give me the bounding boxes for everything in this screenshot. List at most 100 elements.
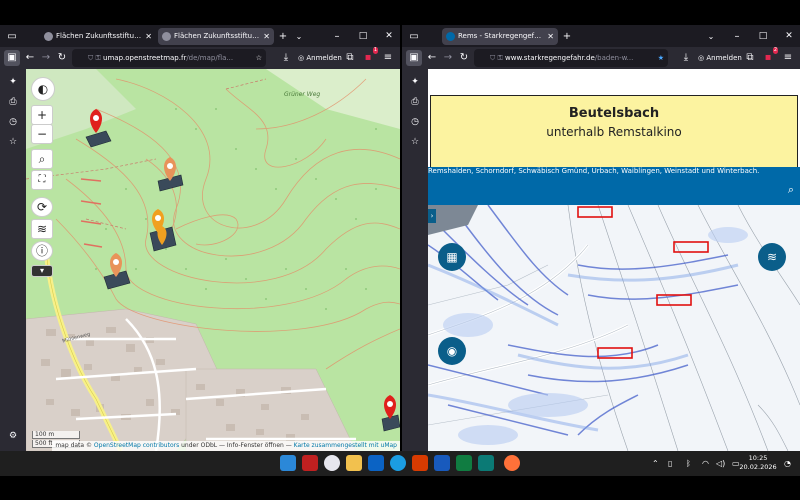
start-windows-icon[interactable] (280, 455, 296, 471)
flood-hazard-map[interactable]: › ▦ ◉ ≋ (428, 205, 800, 451)
attribution-prefix: map data © (55, 442, 94, 449)
extensions-icon[interactable]: ⧉ (342, 50, 358, 66)
forward-button[interactable]: → (440, 50, 456, 66)
osm-link[interactable]: OpenStreetMap contributors (94, 442, 179, 449)
water-depth-icon[interactable]: ≋ (758, 243, 786, 271)
close-window-button[interactable]: ✕ (782, 28, 796, 45)
expand-panel-chevron-icon[interactable]: ▾ (31, 265, 53, 277)
maximize-button[interactable]: □ (756, 28, 770, 45)
search-icon[interactable]: ⌕ (31, 149, 53, 169)
addon-icon[interactable]: ▪ 1 (360, 47, 378, 66)
forward-button[interactable]: → (38, 50, 54, 66)
scale-metric: 100 m (32, 431, 80, 439)
sign-in-button[interactable]: ◎ Anmelden (698, 50, 742, 66)
firefox-sidebar: ✦ ⎙ ◷ ☆ ⚙ (0, 69, 26, 451)
bookmarks-icon[interactable]: ☆ (5, 135, 21, 149)
synced-tabs-icon[interactable]: ⎙ (5, 95, 21, 109)
share-icon[interactable]: ⟳ (31, 197, 53, 217)
sign-in-label: Anmelden (706, 54, 742, 62)
legend-icon[interactable]: ◉ (438, 337, 466, 365)
menu-icon[interactable]: ≡ (380, 50, 396, 66)
umap-link[interactable]: Karte zusammengestellt mit uMap (294, 442, 397, 449)
volume-icon[interactable]: ◁) (716, 451, 725, 476)
tray-chevron-icon[interactable]: ⌃ (652, 451, 659, 476)
firefox-icon[interactable] (504, 455, 520, 471)
nav-bar: ▣ ← → ↻ ⛉ ⚿ umap.openstreetmap.fr/de/map… (0, 47, 400, 69)
history-icon[interactable]: ◷ (407, 115, 423, 129)
new-tab-button[interactable]: + (560, 28, 574, 45)
tab-starkregen[interactable]: Rems - Starkregengefahr ✕ (442, 28, 558, 45)
bookmarks-icon[interactable]: ☆ (407, 135, 423, 149)
maximize-button[interactable]: □ (356, 28, 370, 45)
layers-icon[interactable]: ≋ (31, 219, 53, 239)
clock-date: 20.02.2026 (739, 463, 777, 471)
outlook-icon[interactable] (368, 455, 384, 471)
tab-dropdown-icon[interactable]: ⌄ (292, 28, 306, 45)
locate-compass-button[interactable]: ◐ (31, 77, 55, 101)
back-button[interactable]: ← (22, 50, 38, 66)
tab-list-icon[interactable]: ▭ (406, 28, 422, 45)
info-icon[interactable]: ⓘ (31, 241, 53, 261)
windows-taskbar: ⌃ ▯ ᛒ ◠ ◁) ▭ 10:25 20.02.2026 ◔ (0, 451, 800, 476)
bluetooth-icon[interactable]: ᛒ (686, 451, 691, 476)
minimize-button[interactable]: – (330, 28, 344, 45)
tab-dropdown-icon[interactable]: ⌄ (704, 28, 718, 45)
app-red-icon[interactable] (302, 455, 318, 471)
reload-button[interactable]: ↻ (54, 50, 70, 66)
notification-badge: 1 (372, 47, 378, 54)
wifi-icon[interactable]: ◠ (702, 451, 709, 476)
tray-app-icon[interactable]: ▯ (668, 451, 672, 476)
itunes-icon[interactable] (324, 455, 340, 471)
powerpoint-icon[interactable] (412, 455, 428, 471)
close-tab-icon[interactable]: ✕ (547, 28, 554, 45)
new-tab-button[interactable]: + (276, 28, 290, 45)
tab-label: Rems - Starkregengefahr (458, 32, 546, 40)
tab-umap-2[interactable]: Flächen Zukunftsstiftung Remstal ✕ (158, 28, 274, 45)
reload-button[interactable]: ↻ (456, 50, 472, 66)
word-icon[interactable] (434, 455, 450, 471)
close-tab-icon[interactable]: ✕ (263, 28, 270, 45)
app-teal-icon[interactable] (478, 455, 494, 471)
zoom-in-button[interactable]: + (31, 105, 53, 125)
expand-panel-chevron-icon[interactable]: › (428, 209, 436, 223)
close-window-button[interactable]: ✕ (382, 28, 396, 45)
url-bar[interactable]: ⛉ ⚿ www.starkregengefahr.de/baden-w... ★ (474, 49, 668, 67)
search-icon[interactable]: ⌕ (788, 183, 794, 197)
excel-icon[interactable] (456, 455, 472, 471)
url-bar[interactable]: ⛉ ⚿ umap.openstreetmap.fr/de/map/fla... … (72, 49, 266, 67)
synced-tabs-icon[interactable]: ⎙ (407, 95, 423, 109)
ai-chat-icon[interactable]: ✦ (407, 75, 423, 89)
minimize-button[interactable]: – (730, 28, 744, 45)
tab-list-icon[interactable]: ▭ (4, 28, 20, 45)
close-tab-icon[interactable]: ✕ (145, 28, 152, 45)
map-layers-icon[interactable]: ▦ (438, 243, 466, 271)
settings-icon[interactable]: ⚙ (5, 429, 21, 443)
addon-icon[interactable]: ▪ 2 (760, 47, 778, 66)
notification-badge: 2 (772, 47, 778, 54)
sidebar-toggle-icon[interactable]: ▣ (406, 50, 422, 66)
sign-in-button[interactable]: ◎ Anmelden (298, 50, 342, 66)
zoom-out-button[interactable]: − (31, 124, 53, 144)
fullscreen-icon[interactable]: ⛶ (31, 170, 53, 190)
history-icon[interactable]: ◷ (5, 115, 21, 129)
tab-label: Flächen Zukunftsstiftung Remstal (56, 32, 156, 40)
tab-bar: ▭ Rems - Starkregengefahr ✕ + ⌄ – □ ✕ (402, 25, 800, 47)
edge-icon[interactable] (390, 455, 406, 471)
sign-in-label: Anmelden (306, 54, 342, 62)
star-filled-icon[interactable]: ★ (658, 49, 664, 67)
umap-map[interactable]: Grüner Weg Mühlenweg ◐ + − ⌕ ⛶ ⟳ ≋ ⓘ ▾ 1… (26, 69, 400, 451)
notification-bell-icon[interactable]: ◔ (784, 451, 791, 476)
download-icon[interactable]: ⤓ (278, 50, 294, 66)
back-button[interactable]: ← (424, 50, 440, 66)
sidebar-toggle-icon[interactable]: ▣ (4, 50, 20, 66)
star-icon[interactable]: ☆ (256, 49, 262, 67)
menu-icon[interactable]: ≡ (780, 50, 796, 66)
url-path: /baden-w... (594, 54, 634, 62)
tab-umap-1[interactable]: Flächen Zukunftsstiftung Remstal ✕ (40, 28, 156, 45)
location-title: Beutelsbach (568, 106, 660, 121)
clock[interactable]: 10:25 20.02.2026 (736, 454, 780, 472)
extensions-icon[interactable]: ⧉ (742, 50, 758, 66)
download-icon[interactable]: ⤓ (678, 50, 694, 66)
ai-chat-icon[interactable]: ✦ (5, 75, 21, 89)
file-explorer-icon[interactable] (346, 455, 362, 471)
